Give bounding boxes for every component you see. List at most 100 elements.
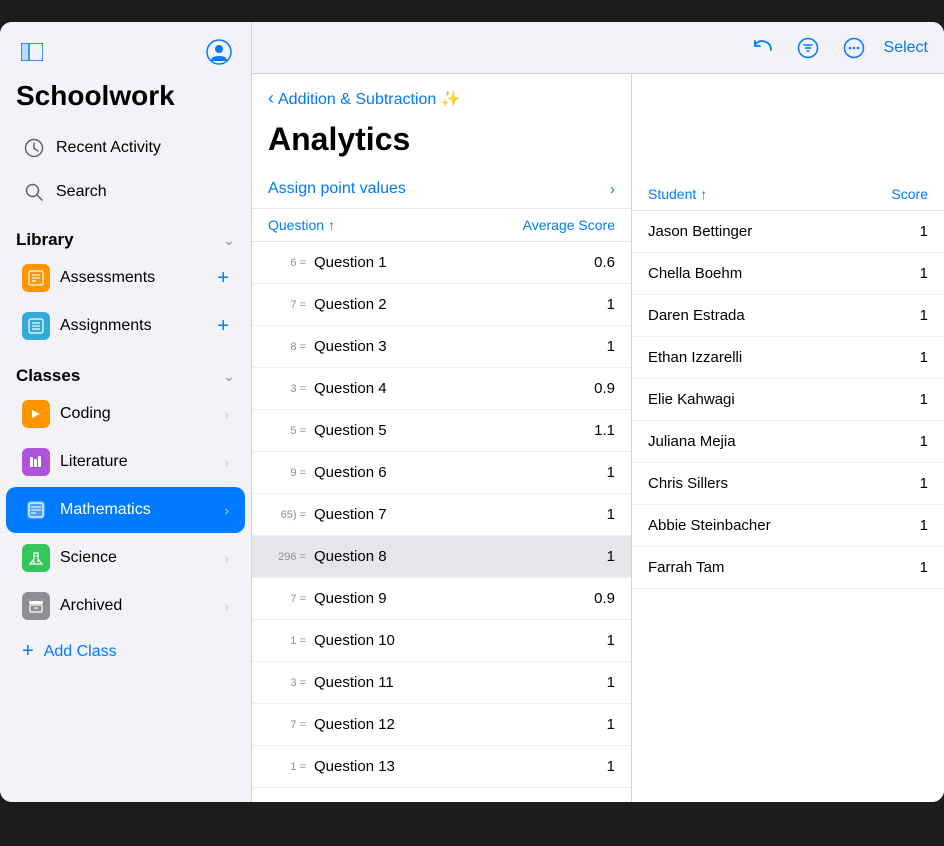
question-score: 1 (585, 338, 615, 355)
student-row[interactable]: Farrah Tam 1 (632, 547, 944, 589)
question-name: Question 7 (314, 506, 585, 523)
question-prefix: 7 = (268, 593, 314, 605)
questions-header: Question ↑ Average Score (252, 209, 631, 242)
assessments-icon (22, 264, 50, 292)
question-score: 1 (585, 758, 615, 775)
question-row[interactable]: 7 = Question 2 1 (252, 284, 631, 326)
content-area: ‹ Addition & Subtraction ✨ Analytics Ass… (252, 74, 944, 802)
profile-button[interactable] (203, 36, 235, 68)
analytics-title: Analytics (252, 117, 631, 170)
question-row[interactable]: 296 = Question 8 1 (252, 536, 631, 578)
student-name: Chris Sillers (648, 475, 728, 492)
student-row[interactable]: Ethan Izzarelli 1 (632, 337, 944, 379)
literature-label: Literature (60, 453, 128, 471)
add-assignment-button[interactable]: + (217, 315, 229, 338)
sidebar-item-science[interactable]: Science › (6, 535, 245, 581)
question-row[interactable]: 8 = Question 3 1 (252, 326, 631, 368)
question-row[interactable]: 6 = Question 1 0.6 (252, 242, 631, 284)
assignments-icon (22, 312, 50, 340)
student-score: 1 (920, 517, 928, 534)
student-score: 1 (920, 223, 928, 240)
question-name: Question 6 (314, 464, 585, 481)
add-class-button[interactable]: + Add Class (6, 631, 245, 672)
question-row[interactable]: 5 = Question 5 1.1 (252, 410, 631, 452)
question-prefix: 9 = (268, 467, 314, 479)
add-assessment-button[interactable]: + (217, 267, 229, 290)
question-name: Question 8 (314, 548, 585, 565)
student-list: Jason Bettinger 1 Chella Boehm 1 Daren E… (632, 211, 944, 802)
coding-chevron-icon: › (225, 407, 229, 422)
question-score: 1 (585, 548, 615, 565)
question-score: 0.6 (585, 254, 615, 271)
question-score: 1 (585, 296, 615, 313)
question-prefix: 1 = (268, 635, 314, 647)
student-column-header: Student ↑ (648, 186, 707, 202)
main-content: Select ‹ Addition & Subtraction ✨ Analyt… (252, 22, 944, 802)
sidebar-item-recent-activity[interactable]: Recent Activity (6, 127, 245, 169)
assessments-label: Assessments (60, 269, 155, 287)
sidebar-item-search[interactable]: Search (6, 171, 245, 213)
question-prefix: 3 = (268, 383, 314, 395)
add-class-label: Add Class (44, 643, 117, 661)
assign-point-values-row[interactable]: Assign point values › (252, 170, 631, 209)
sidebar-item-assignments[interactable]: Assignments + (6, 303, 245, 349)
question-prefix: 7 = (268, 299, 314, 311)
score-column-header: Score (891, 186, 928, 202)
student-row[interactable]: Elie Kahwagi 1 (632, 379, 944, 421)
question-row[interactable]: 1 = Question 10 1 (252, 620, 631, 662)
undo-button[interactable] (746, 32, 778, 64)
question-row[interactable]: 3 = Question 4 0.9 (252, 368, 631, 410)
literature-icon (22, 448, 50, 476)
student-score: 1 (920, 349, 928, 366)
question-name: Question 9 (314, 590, 585, 607)
question-name: Question 3 (314, 338, 585, 355)
question-prefix: 7 = (268, 719, 314, 731)
mathematics-chevron-icon: › (225, 503, 229, 518)
back-button[interactable]: ‹ Addition & Subtraction ✨ (268, 88, 461, 109)
question-name: Question 1 (314, 254, 585, 271)
sidebar-item-literature[interactable]: Literature › (6, 439, 245, 485)
student-row[interactable]: Daren Estrada 1 (632, 295, 944, 337)
sidebar: Schoolwork Recent Activity Search (0, 22, 252, 802)
question-name: Question 12 (314, 716, 585, 733)
assignments-label: Assignments (60, 317, 152, 335)
question-prefix: 1 = (268, 761, 314, 773)
sidebar-toggle-button[interactable] (16, 36, 48, 68)
student-name: Abbie Steinbacher (648, 517, 771, 534)
sidebar-item-mathematics[interactable]: Mathematics › (6, 487, 245, 533)
question-column-header: Question ↑ (268, 217, 335, 233)
app-title: Schoolwork (0, 76, 251, 126)
question-name: Question 11 (314, 674, 585, 691)
filter-button[interactable] (792, 32, 824, 64)
student-label: Student (648, 186, 696, 202)
students-header: Student ↑ Score (632, 178, 944, 211)
question-row[interactable]: 1 = Question 13 1 (252, 746, 631, 788)
back-chevron-icon: ‹ (268, 88, 274, 109)
student-name: Jason Bettinger (648, 223, 752, 240)
question-name: Question 13 (314, 758, 585, 775)
student-name: Juliana Mejia (648, 433, 736, 450)
mathematics-label: Mathematics (60, 501, 151, 519)
more-button[interactable] (838, 32, 870, 64)
assign-label: Assign point values (268, 180, 406, 198)
question-row[interactable]: 65) = Question 7 1 (252, 494, 631, 536)
avg-score-column-header: Average Score (523, 217, 615, 233)
student-row[interactable]: Juliana Mejia 1 (632, 421, 944, 463)
question-label: Question (268, 217, 324, 233)
student-row[interactable]: Jason Bettinger 1 (632, 211, 944, 253)
student-row[interactable]: Abbie Steinbacher 1 (632, 505, 944, 547)
student-row[interactable]: Chella Boehm 1 (632, 253, 944, 295)
question-row[interactable]: 3 = Question 11 1 (252, 662, 631, 704)
sidebar-item-archived[interactable]: Archived › (6, 583, 245, 629)
select-button[interactable]: Select (884, 39, 928, 57)
question-row[interactable]: 9 = Question 6 1 (252, 452, 631, 494)
question-row[interactable]: 7 = Question 9 0.9 (252, 578, 631, 620)
student-row[interactable]: Chris Sillers 1 (632, 463, 944, 505)
question-prefix: 8 = (268, 341, 314, 353)
question-prefix: 3 = (268, 677, 314, 689)
question-row[interactable]: 7 = Question 12 1 (252, 704, 631, 746)
student-score: 1 (920, 475, 928, 492)
sidebar-item-assessments[interactable]: Assessments + (6, 255, 245, 301)
sidebar-item-coding[interactable]: Coding › (6, 391, 245, 437)
assign-chevron-icon: › (610, 181, 615, 198)
